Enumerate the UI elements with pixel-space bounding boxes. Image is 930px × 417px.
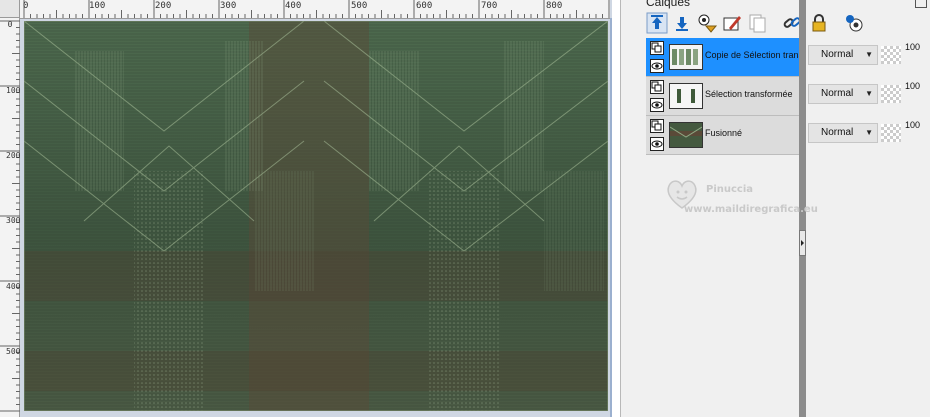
ruler-top-label: 600 [416,1,433,11]
blend-mode-value: Normal [821,88,854,99]
move-layer-down-icon[interactable] [671,12,693,34]
opacity-swatch [881,85,901,103]
canvas-striped-panel [74,51,124,191]
mask-layer-icon[interactable] [843,12,865,34]
canvas-striped-panel [504,41,544,191]
ruler-top-label: 100 [89,1,106,11]
layer-name: Sélection transformée [705,89,793,99]
image-workspace[interactable]: 0 100 200 300 400 500 600 700 800 0 100 … [0,0,612,417]
ruler-top-label: 800 [546,1,563,11]
layers-list: Copie de Sélection trans Sélection trans… [646,38,799,156]
canvas-striped-panel [224,41,264,191]
layers-toolbar [621,10,930,36]
opacity-control[interactable]: 100 [881,42,930,67]
layer-name: Copie de Sélection trans [705,50,799,60]
layer-controls [648,79,666,113]
blend-mode-dropdown[interactable]: Normal ▼ [808,84,878,104]
layer-properties-row: Normal ▼ 100 [806,38,930,76]
canvas-striped-panel [544,171,604,291]
blend-mode-value: Normal [821,49,854,60]
ruler-left-label: 500 [6,347,21,356]
layer-row[interactable]: Sélection transformée [646,77,799,116]
ruler-top-label: 700 [481,1,498,11]
ruler-left-label: 200 [6,151,21,160]
canvas-pillar [134,171,204,411]
watermark-url: www.maildiregrafica.eu [684,204,818,215]
blend-mode-value: Normal [821,127,854,138]
opacity-value: 100 [905,81,921,91]
canvas-striped-panel [254,171,314,291]
ruler-corner [0,0,20,18]
chevron-right-icon [801,240,804,246]
opacity-swatch [881,46,901,64]
eye-icon[interactable] [650,137,664,151]
opacity-value: 100 [905,120,921,130]
opacity-value: 100 [905,42,921,52]
layer-type-icon[interactable] [650,119,664,133]
canvas-striped-panel [369,51,419,191]
ruler-left: 0 100 200 300 400 500 [0,18,20,417]
panel-pin-icon[interactable] [915,0,927,8]
blend-mode-dropdown[interactable]: Normal ▼ [808,45,878,65]
image-canvas[interactable] [24,21,608,411]
ruler-top-label: 500 [351,1,368,11]
watermark: Pinuccia www.maildiregrafica.eu [662,176,862,228]
eye-icon[interactable] [650,98,664,112]
lock-layer-icon[interactable] [808,12,830,34]
layer-thumbnail [669,83,703,109]
ruler-top-label: 400 [285,1,302,11]
layer-controls [648,118,666,152]
dropdown-arrow-icon: ▼ [865,89,873,98]
canvas-brown-band [24,351,608,391]
dropdown-arrow-icon: ▼ [865,128,873,137]
layer-type-icon[interactable] [650,80,664,94]
layer-row[interactable]: Copie de Sélection trans [646,38,799,77]
ruler-top: 0 100 200 300 400 500 600 700 800 [20,0,610,19]
eye-icon[interactable] [650,59,664,73]
ruler-left-label: 400 [6,282,21,291]
layer-thumbnail [669,122,703,148]
layer-visibility-icon[interactable] [696,12,718,34]
ruler-top-label: 300 [220,1,237,11]
opacity-swatch [881,124,901,142]
layer-name: Fusionné [705,128,743,138]
opacity-control[interactable]: 100 [881,120,930,145]
edit-layer-icon[interactable] [721,12,743,34]
canvas-pillar [429,171,499,411]
layer-controls [648,40,666,74]
watermark-name: Pinuccia [706,184,754,195]
copy-layer-icon[interactable] [746,12,768,34]
ruler-top-label: 0 [23,1,29,11]
blend-mode-dropdown[interactable]: Normal ▼ [808,123,878,143]
layer-row[interactable]: Fusionné [646,116,799,155]
dropdown-arrow-icon: ▼ [865,50,873,59]
layer-properties-row: Normal ▼ 100 [806,116,930,154]
move-layer-up-icon[interactable] [646,12,668,34]
ruler-left-label: 100 [6,86,21,95]
layer-type-icon[interactable] [650,41,664,55]
canvas-scroll-edge[interactable] [610,18,612,417]
ruler-left-label: 0 [7,20,13,29]
layer-thumbnail [669,44,703,70]
ruler-left-label: 300 [6,216,21,225]
panel-title: Calques [646,0,691,9]
ruler-top-label: 200 [155,1,172,11]
layer-properties-row: Normal ▼ 100 [806,77,930,115]
opacity-control[interactable]: 100 [881,81,930,106]
splitter-handle[interactable] [799,230,806,256]
canvas-brown-band [24,251,608,301]
ruler-top-ticks [23,0,610,18]
